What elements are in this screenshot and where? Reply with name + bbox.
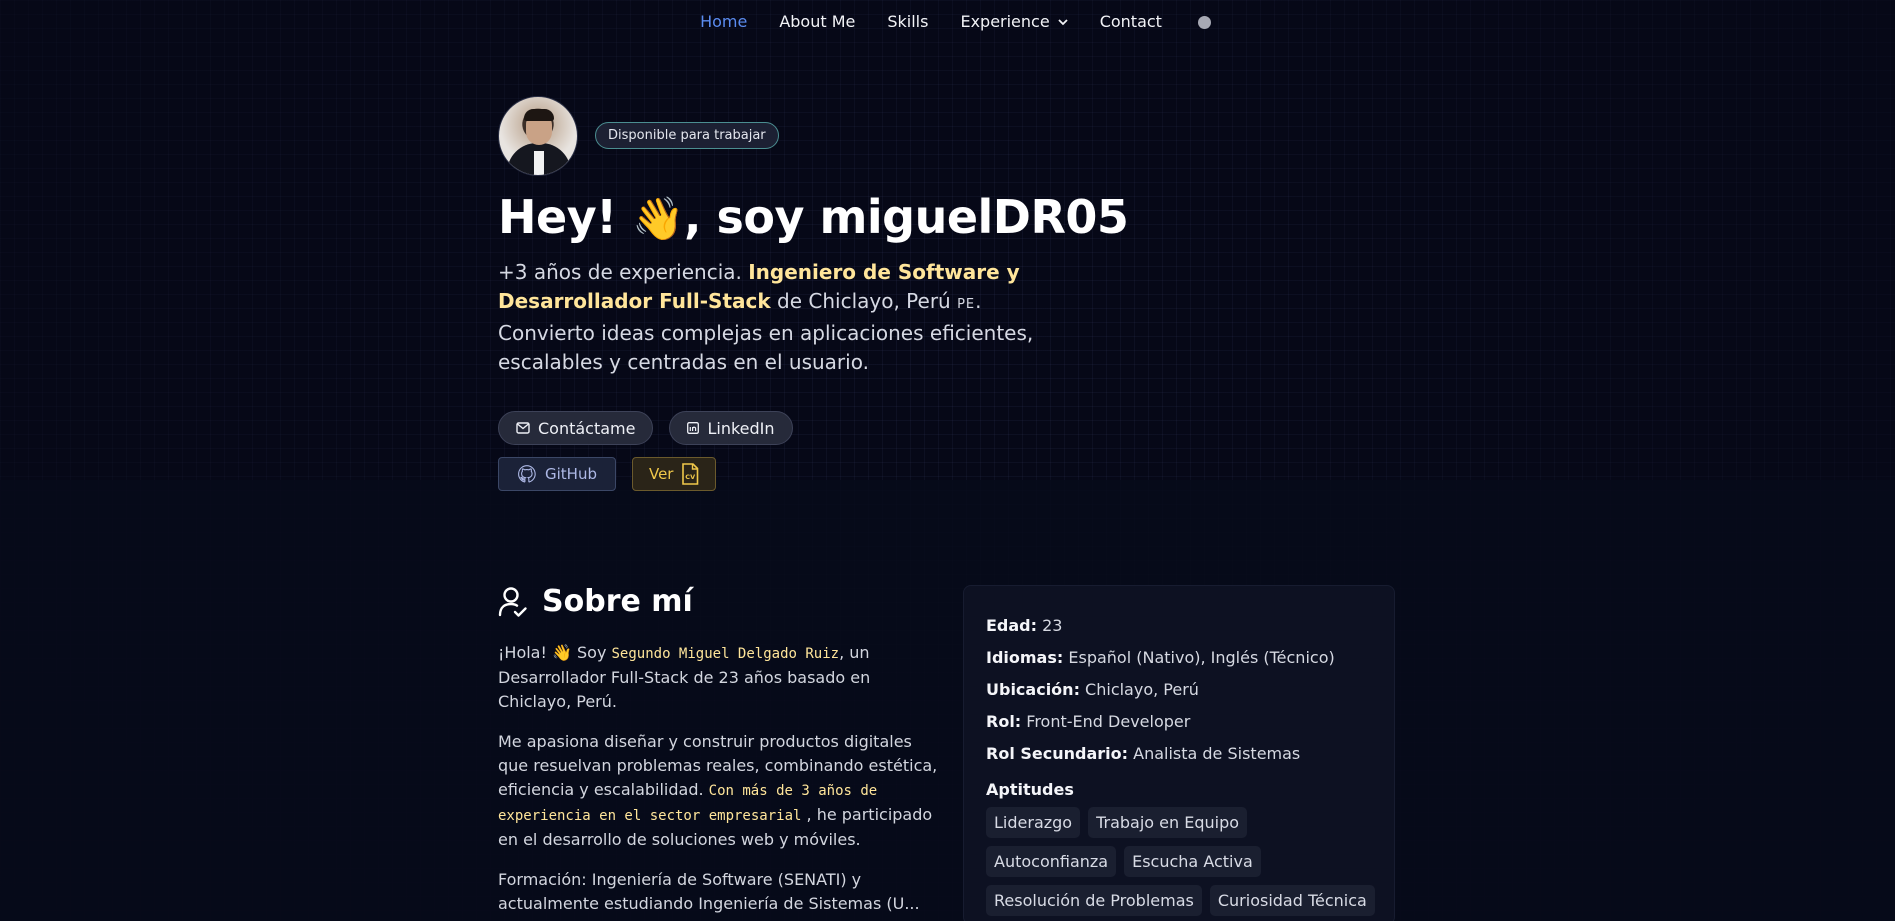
waving-hand-icon: 👋 xyxy=(632,194,684,243)
nav-experience-label: Experience xyxy=(960,12,1050,31)
profile-buttons: GitHub Ver CV xyxy=(498,457,1058,491)
avatar xyxy=(498,96,578,176)
theme-toggle-icon[interactable] xyxy=(1197,15,1211,29)
info-languages: Idiomas: Español (Nativo), Inglés (Técni… xyxy=(986,648,1335,667)
nav-home[interactable]: Home xyxy=(700,12,747,31)
about-title: Sobre mí xyxy=(498,584,938,619)
github-button[interactable]: GitHub xyxy=(498,457,616,491)
page-title: Hey! 👋, soy miguelDR05 xyxy=(498,190,1129,244)
full-name: Segundo Miguel Delgado Ruiz xyxy=(611,646,840,662)
aptitude-chip: Trabajo en Equipo xyxy=(1088,807,1248,838)
contact-buttons: Contáctame LinkedIn xyxy=(498,411,1058,445)
info-location: Ubicación: Chiclayo, Perú xyxy=(986,680,1199,699)
nav-experience[interactable]: Experience xyxy=(960,12,1068,31)
aptitude-chip: Liderazgo xyxy=(986,807,1081,838)
github-icon xyxy=(518,465,536,483)
top-navigation: Home About Me Skills Experience Contact xyxy=(0,0,1895,44)
info-secondary-role: Rol Secundario: Analista de Sistemas xyxy=(986,744,1301,763)
section-background xyxy=(0,480,1895,921)
nav-contact[interactable]: Contact xyxy=(1100,12,1162,31)
mail-icon xyxy=(516,422,530,434)
nav-about-me[interactable]: About Me xyxy=(779,12,855,31)
aptitudes-list: Liderazgo Trabajo en Equipo Autoconfianz… xyxy=(986,807,1376,916)
aptitude-chip: Curiosidad Técnica xyxy=(1209,885,1375,916)
aptitude-chip: Autoconfianza xyxy=(986,846,1117,877)
info-age: Edad: 23 xyxy=(986,616,1063,635)
about-section: Sobre mí ¡Hola! 👋 Soy Segundo Miguel Del… xyxy=(498,584,938,916)
about-paragraph-2: Me apasiona diseñar y construir producto… xyxy=(498,732,938,849)
chevron-down-icon xyxy=(1058,18,1068,25)
user-check-icon xyxy=(498,586,527,617)
info-role: Rol: Front-End Developer xyxy=(986,712,1191,731)
availability-badge: Disponible para trabajar xyxy=(595,122,779,149)
view-cv-button[interactable]: Ver CV xyxy=(631,457,717,491)
about-paragraph-1: ¡Hola! 👋 Soy Segundo Miguel Delgado Ruiz… xyxy=(498,643,871,711)
svg-text:CV: CV xyxy=(686,473,696,481)
personal-info-card: Edad: 23 Idiomas: Español (Nativo), Ingl… xyxy=(963,585,1395,921)
aptitude-chip: Resolución de Problemas xyxy=(986,885,1202,916)
linkedin-icon xyxy=(687,422,700,434)
hero-section: Disponible para trabajar Hey! 👋, soy mig… xyxy=(498,96,1129,491)
aptitude-chip: Escucha Activa xyxy=(1124,846,1261,877)
linkedin-button[interactable]: LinkedIn xyxy=(669,411,793,445)
about-paragraph-3: Formación: Ingeniería de Software (SENAT… xyxy=(498,870,920,913)
cv-file-icon: CV xyxy=(682,463,699,485)
peru-flag-icon: PE xyxy=(957,297,976,312)
hero-intro: +3 años de experiencia. Ingeniero de Sof… xyxy=(498,260,1034,374)
nav-skills[interactable]: Skills xyxy=(887,12,928,31)
aptitudes-title: Aptitudes xyxy=(986,780,1074,799)
nav-list: Home About Me Skills Experience Contact xyxy=(684,12,1178,32)
contact-button[interactable]: Contáctame xyxy=(498,411,654,445)
